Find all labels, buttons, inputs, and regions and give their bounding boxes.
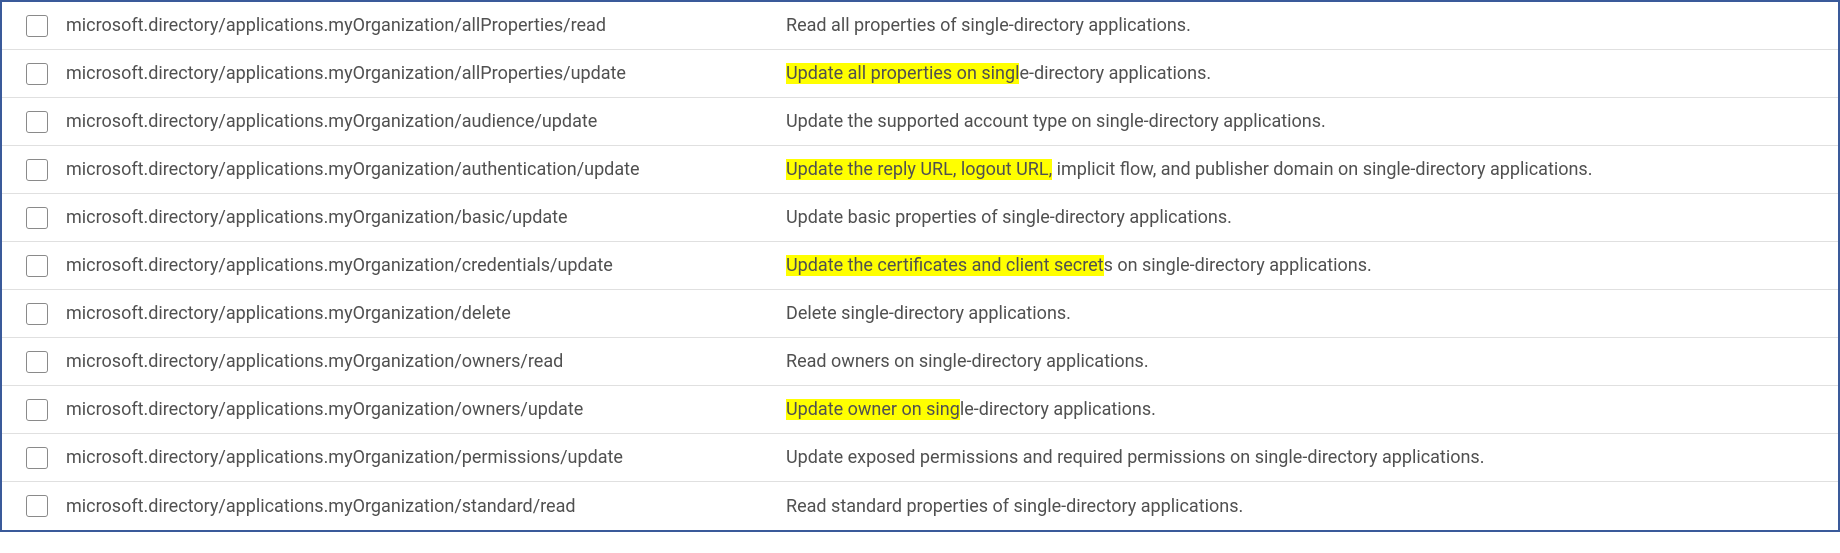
permission-description: Update the reply URL, logout URL, implic… <box>786 159 1818 180</box>
table-row: microsoft.directory/applications.myOrgan… <box>2 434 1838 482</box>
permission-description: Update basic properties of single-direct… <box>786 207 1818 228</box>
permission-description: Update all properties on single-director… <box>786 63 1818 84</box>
table-row: microsoft.directory/applications.myOrgan… <box>2 194 1838 242</box>
row-checkbox[interactable] <box>26 351 48 373</box>
row-checkbox[interactable] <box>26 495 48 517</box>
permission-description: Update the supported account type on sin… <box>786 111 1818 132</box>
table-row: microsoft.directory/applications.myOrgan… <box>2 98 1838 146</box>
row-checkbox[interactable] <box>26 111 48 133</box>
permission-name: microsoft.directory/applications.myOrgan… <box>66 159 786 180</box>
permission-name: microsoft.directory/applications.myOrgan… <box>66 111 786 132</box>
permission-name: microsoft.directory/applications.myOrgan… <box>66 447 786 468</box>
table-row: microsoft.directory/applications.myOrgan… <box>2 146 1838 194</box>
table-row: microsoft.directory/applications.myOrgan… <box>2 482 1838 530</box>
table-row: microsoft.directory/applications.myOrgan… <box>2 338 1838 386</box>
row-checkbox[interactable] <box>26 399 48 421</box>
table-row: microsoft.directory/applications.myOrgan… <box>2 386 1838 434</box>
highlighted-text: Update all properties on singl <box>786 63 1019 84</box>
permission-description: Read all properties of single-directory … <box>786 15 1818 36</box>
row-checkbox[interactable] <box>26 447 48 469</box>
permission-description: Read owners on single-directory applicat… <box>786 351 1818 372</box>
row-checkbox[interactable] <box>26 255 48 277</box>
highlighted-text: Update the certificates and client secre… <box>786 255 1104 276</box>
permission-description: Delete single-directory applications. <box>786 303 1818 324</box>
table-row: microsoft.directory/applications.myOrgan… <box>2 2 1838 50</box>
row-checkbox[interactable] <box>26 303 48 325</box>
table-row: microsoft.directory/applications.myOrgan… <box>2 50 1838 98</box>
table-row: microsoft.directory/applications.myOrgan… <box>2 290 1838 338</box>
permission-name: microsoft.directory/applications.myOrgan… <box>66 15 786 36</box>
row-checkbox[interactable] <box>26 15 48 37</box>
permission-description: Update owner on single-directory applica… <box>786 399 1818 420</box>
row-checkbox[interactable] <box>26 207 48 229</box>
permission-name: microsoft.directory/applications.myOrgan… <box>66 207 786 228</box>
permission-name: microsoft.directory/applications.myOrgan… <box>66 303 786 324</box>
permission-description: Update exposed permissions and required … <box>786 447 1818 468</box>
row-checkbox[interactable] <box>26 159 48 181</box>
permission-description: Update the certificates and client secre… <box>786 255 1818 276</box>
permissions-table: microsoft.directory/applications.myOrgan… <box>0 0 1840 532</box>
table-row: microsoft.directory/applications.myOrgan… <box>2 242 1838 290</box>
highlighted-text: Update owner on sing <box>786 399 960 420</box>
permission-name: microsoft.directory/applications.myOrgan… <box>66 63 786 84</box>
permission-name: microsoft.directory/applications.myOrgan… <box>66 255 786 276</box>
permission-name: microsoft.directory/applications.myOrgan… <box>66 351 786 372</box>
permission-name: microsoft.directory/applications.myOrgan… <box>66 496 786 517</box>
row-checkbox[interactable] <box>26 63 48 85</box>
permission-description: Read standard properties of single-direc… <box>786 496 1818 517</box>
highlighted-text: Update the reply URL, logout URL, <box>786 159 1052 180</box>
permission-name: microsoft.directory/applications.myOrgan… <box>66 399 786 420</box>
